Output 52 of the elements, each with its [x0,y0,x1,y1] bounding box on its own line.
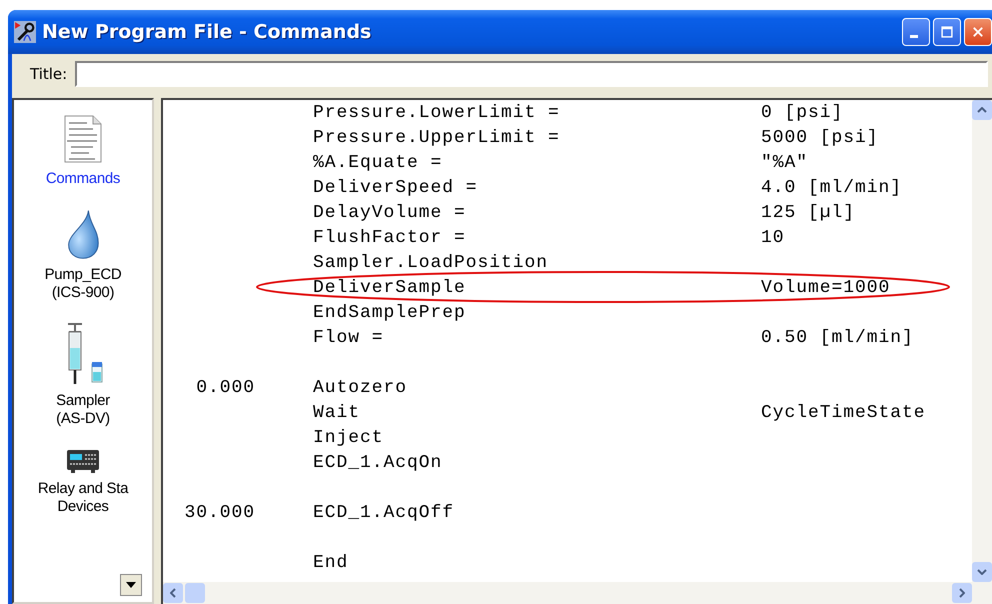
command-text: DeliverSample [313,278,466,298]
time-text: 30.000 [183,502,255,522]
vertical-scrollbar[interactable] [972,100,992,582]
value-text: 5000 [psi] [761,128,879,148]
dropdown-button[interactable] [120,574,142,596]
title-label: Title: [30,65,68,83]
minimize-button[interactable] [902,18,930,46]
minimize-icon [910,34,918,38]
wrench-icon [14,21,36,43]
command-text: Pressure.UpperLimit = [313,128,560,148]
command-text: DelayVolume = [313,202,466,222]
value-text: 0.50 [ml/min] [761,328,914,348]
scroll-down-icon[interactable] [977,569,987,575]
maximize-icon [940,25,954,39]
command-text: DeliverSpeed = [313,178,478,198]
command-text: ECD_1.AcqOn [313,452,442,472]
sidebar-item-label[interactable]: Commands [46,170,120,188]
sidebar-item-label[interactable]: Sampler (AS-DV) [56,392,110,428]
command-text: Sampler.LoadPosition [313,252,548,272]
value-text: CycleTimeState [761,402,926,422]
value-text: 4.0 [ml/min] [761,178,902,198]
value-text: 0 [psi] [761,102,844,122]
title-input-field[interactable] [75,61,988,87]
command-text: Inject [313,428,384,448]
value-text: Volume=1000 [761,278,890,298]
command-text: EndSamplePrep [313,302,466,322]
document-icon[interactable] [62,114,103,164]
close-button[interactable] [964,18,992,46]
command-text: FlushFactor = [313,228,466,248]
value-text: 10 [761,228,785,248]
caret-down-icon [126,582,136,588]
device-icon[interactable] [66,448,100,474]
window-title: New Program File - Commands [42,21,372,43]
close-icon [971,25,985,39]
horizontal-scrollbar[interactable] [163,582,992,604]
value-text: "%A" [761,152,808,172]
command-text: ECD_1.AcqOff [313,502,454,522]
sidebar-item-label[interactable]: Pump_ECD (ICS-900) [44,266,122,302]
scroll-left-icon[interactable] [170,588,176,598]
command-text: %A.Equate = [313,152,442,172]
command-text: End [313,552,348,572]
command-text: Wait [313,402,360,422]
time-text: 0.000 [195,378,255,398]
command-text: Pressure.LowerLimit = [313,102,560,122]
scroll-right-icon[interactable] [959,588,965,598]
value-text: 125 [µl] [761,202,856,222]
scroll-thumb[interactable] [185,583,205,603]
command-text: Flow = [313,328,384,348]
command-text: Autozero [313,378,408,398]
sidebar-item-label[interactable]: Relay and Sta Devices [38,480,128,516]
scroll-up-icon[interactable] [977,107,987,113]
maximize-button[interactable] [933,18,961,46]
